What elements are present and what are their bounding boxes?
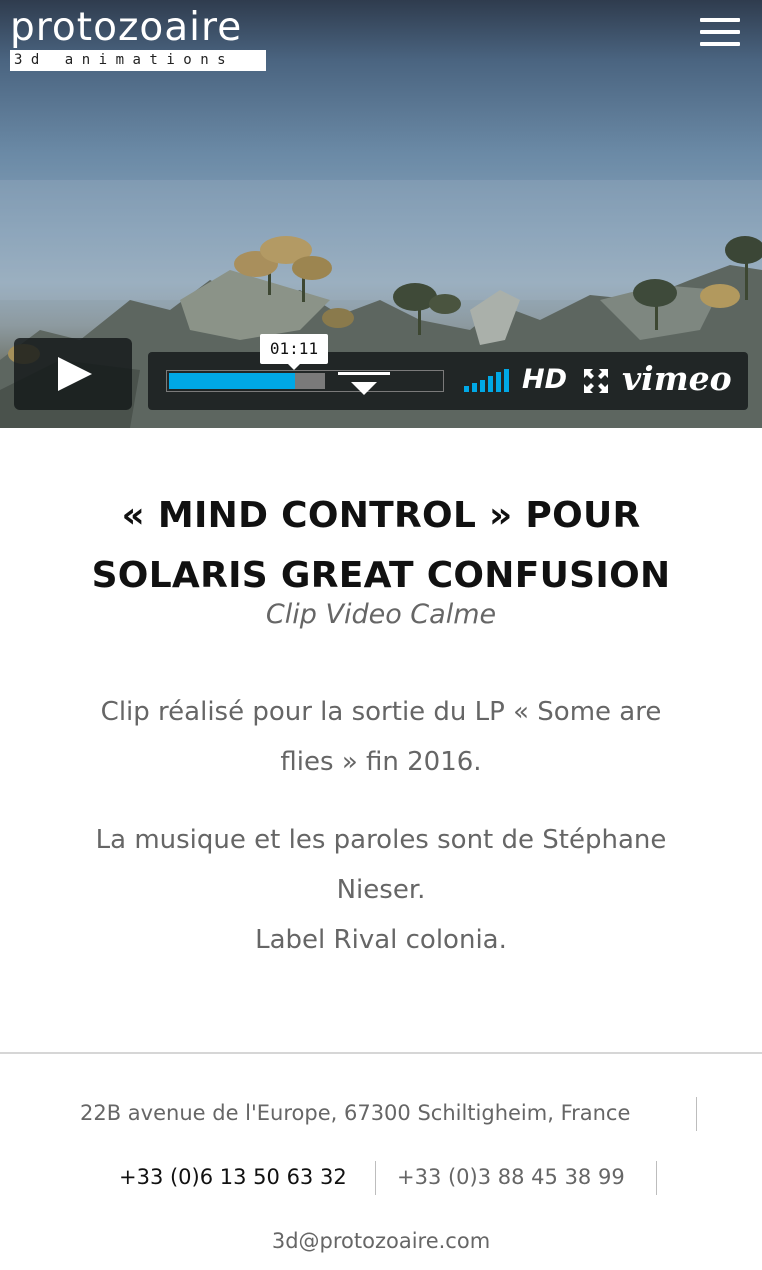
paragraph-line: Label Rival colonia. (255, 925, 507, 955)
paragraph-line: Nieser. (336, 875, 426, 905)
phone-mobile-link[interactable]: +33 (0)6 13 50 63 32 (119, 1162, 347, 1192)
footer-separator (696, 1097, 697, 1131)
hamburger-menu-icon[interactable] (700, 18, 740, 50)
played-fill (169, 373, 295, 389)
hd-toggle[interactable]: HD (522, 363, 567, 397)
vimeo-logo-link[interactable]: vimeo (622, 358, 732, 400)
paragraph-line: flies » fin 2016. (280, 747, 482, 777)
chevron-down-icon[interactable] (336, 370, 394, 396)
current-time-tooltip: 01:11 (260, 334, 328, 370)
description-paragraph-1: Clip réalisé pour la sortie du LP « Some… (50, 687, 712, 787)
paragraph-line: Clip réalisé pour la sortie du LP « Some… (100, 697, 662, 727)
email-link[interactable]: 3d@protozoaire.com (0, 1226, 762, 1256)
site-logo[interactable]: protozoaire 3d animations (10, 8, 266, 71)
play-button[interactable] (14, 338, 132, 410)
page-title: « MIND CONTROL » POUR SOLARIS GREAT CONF… (60, 486, 702, 606)
footer-divider (0, 1052, 762, 1054)
fullscreen-icon[interactable] (584, 369, 608, 393)
logo-tagline: 3d animations (10, 50, 266, 71)
footer-address: 22B avenue de l'Europe, 67300 Schiltighe… (80, 1101, 631, 1125)
play-icon (58, 357, 92, 391)
volume-bars-icon[interactable] (464, 369, 509, 392)
phone-landline-link[interactable]: +33 (0)3 88 45 38 99 (397, 1162, 625, 1192)
player-control-bar: HD vimeo (148, 352, 748, 410)
footer-separator (375, 1161, 376, 1195)
paragraph-line: La musique et les paroles sont de Stépha… (95, 825, 667, 855)
progress-bar[interactable] (166, 370, 444, 392)
video-player[interactable]: protozoaire 3d animations HD vimeo 01:11 (0, 0, 762, 428)
page-subtitle: Clip Video Calme (265, 599, 497, 630)
title-line-1: « MIND CONTROL » POUR (121, 495, 641, 536)
footer-separator (656, 1161, 657, 1195)
description-paragraph-2: La musique et les paroles sont de Stépha… (50, 815, 712, 965)
logo-wordmark: protozoaire (10, 5, 243, 50)
